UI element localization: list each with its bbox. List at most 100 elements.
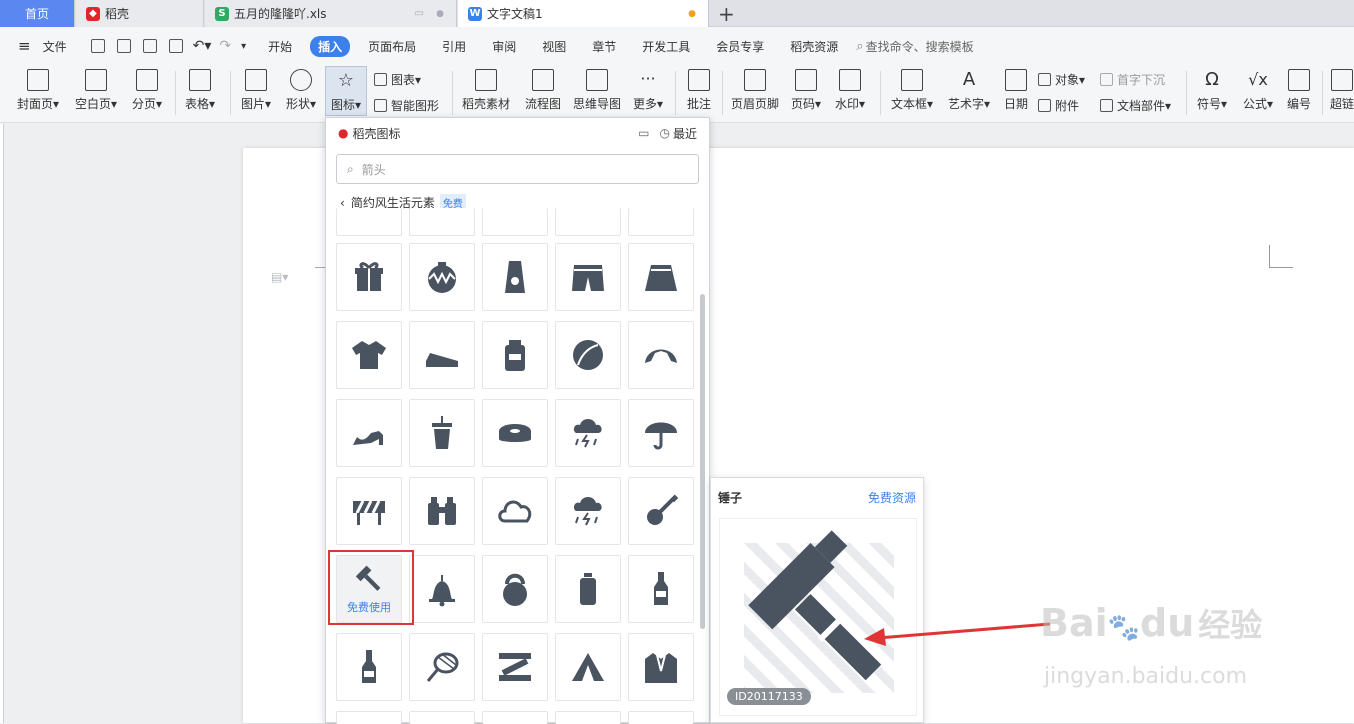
picture-button[interactable]: 图片▾ xyxy=(238,69,274,112)
file-menu[interactable]: 文件 xyxy=(35,36,75,57)
menu-start[interactable]: 开始 xyxy=(260,36,300,57)
menu-insert[interactable]: 插入 xyxy=(310,35,351,57)
icon-cell-ruler[interactable] xyxy=(482,633,548,701)
icon-cell-ornament[interactable] xyxy=(409,243,475,311)
icon-cell-beer[interactable] xyxy=(628,555,694,623)
icon-cell-tshirt[interactable] xyxy=(336,321,402,389)
icon-cell-croissant[interactable] xyxy=(628,321,694,389)
date-button[interactable]: 日期 xyxy=(1002,69,1030,112)
menu-section[interactable]: 章节 xyxy=(584,36,624,57)
symbol-button[interactable]: Ω 符号▾ xyxy=(1194,69,1230,112)
docer-material-button[interactable]: 稻壳素材 xyxy=(460,69,512,112)
icon-cell-partial[interactable] xyxy=(336,711,402,724)
icon-cell-shoe[interactable] xyxy=(409,321,475,389)
preview-icon[interactable] xyxy=(168,39,183,53)
icon-cell-partial[interactable] xyxy=(409,711,475,724)
icon-cell-badminton[interactable] xyxy=(409,633,475,701)
icon-cell-sunscreen[interactable] xyxy=(482,243,548,311)
icon-cell-cup[interactable] xyxy=(409,399,475,467)
new-tab-button[interactable]: + xyxy=(718,2,735,26)
icon-cell-gift[interactable] xyxy=(336,243,402,311)
object-button[interactable]: 对象 ▾ xyxy=(1038,71,1085,88)
paragraph-handle-icon[interactable]: ▤▾ xyxy=(271,270,288,284)
print-icon[interactable] xyxy=(142,39,157,53)
page-break-button[interactable]: 分页▾ xyxy=(128,69,166,112)
quick-access-dropdown-icon[interactable]: ▾ xyxy=(241,41,246,52)
icon-cell-partial[interactable] xyxy=(628,208,694,236)
icon-cell-bell[interactable] xyxy=(409,555,475,623)
export-icon[interactable] xyxy=(116,39,131,53)
tab-spreadsheet[interactable]: S 五月的隆隆吖.xls ▭ ● xyxy=(205,0,457,27)
command-search[interactable]: 查找命令、搜索模板 xyxy=(866,38,974,55)
menu-references[interactable]: 引用 xyxy=(434,36,474,57)
formula-button[interactable]: √x 公式▾ xyxy=(1240,69,1276,112)
shape-button[interactable]: 形状▾ xyxy=(283,69,319,112)
page-number-button[interactable]: 页码▾ xyxy=(788,69,824,112)
icon-cell-jar[interactable] xyxy=(482,321,548,389)
icon-cell-high-heel[interactable] xyxy=(336,399,402,467)
wordart-button[interactable]: A 艺术字▾ xyxy=(946,69,992,112)
icon-cell-storm[interactable] xyxy=(555,477,621,545)
mindmap-button[interactable]: 思维导图 xyxy=(572,69,622,112)
save-icon[interactable] xyxy=(90,39,105,53)
icon-cell-partial[interactable] xyxy=(555,208,621,236)
unsaved-dot-icon[interactable]: ● xyxy=(688,9,696,19)
icon-cell-partial[interactable] xyxy=(409,208,475,236)
icon-cell-partial[interactable] xyxy=(628,711,694,724)
icon-cell-partial[interactable] xyxy=(482,711,548,724)
icon-cell-thunder-rain[interactable] xyxy=(555,399,621,467)
scrollbar[interactable] xyxy=(700,294,705,629)
dropcap-button[interactable]: 首字下沉 xyxy=(1100,71,1165,88)
icon-cell-partial[interactable] xyxy=(336,208,402,236)
hamburger-icon[interactable]: ≡ xyxy=(18,37,31,55)
icon-cell-umbrella[interactable] xyxy=(628,399,694,467)
tab-writer[interactable]: W 文字文稿1 ● xyxy=(458,0,709,27)
menu-member[interactable]: 会员专享 xyxy=(708,36,772,57)
monitor-icon[interactable]: ▭ xyxy=(415,8,424,19)
attachment-button[interactable]: 附件 xyxy=(1038,97,1079,114)
smartart-button[interactable]: 智能图形 xyxy=(374,97,439,114)
comment-button[interactable]: 批注 xyxy=(684,69,714,112)
icon-cell-partial[interactable] xyxy=(482,208,548,236)
cover-page-button[interactable]: 封面页▾ xyxy=(14,69,62,112)
tab-docer[interactable]: ◆ 稻壳 xyxy=(76,0,204,27)
recent-link[interactable]: 最近 xyxy=(673,125,697,142)
icon-button[interactable]: ☆ 图标▾ xyxy=(325,66,367,116)
icon-cell-skirt[interactable] xyxy=(628,243,694,311)
menu-review[interactable]: 审阅 xyxy=(484,36,524,57)
icon-cell-guitar[interactable] xyxy=(628,477,694,545)
undo-icon[interactable]: ↶▾ xyxy=(193,38,212,54)
blank-page-button[interactable]: 空白页▾ xyxy=(72,69,120,112)
icon-cell-kettlebell[interactable] xyxy=(482,555,548,623)
icon-cell-partial[interactable] xyxy=(555,711,621,724)
icon-cell-wine[interactable] xyxy=(336,633,402,701)
menu-developer[interactable]: 开发工具 xyxy=(634,36,698,57)
icon-cell-tape[interactable] xyxy=(482,399,548,467)
tab-home[interactable]: 首页 xyxy=(0,0,75,27)
more-button[interactable]: ··· 更多▾ xyxy=(630,69,666,112)
table-button[interactable]: 表格▾ xyxy=(184,69,216,112)
icon-cell-barrier[interactable] xyxy=(336,477,402,545)
chart-button[interactable]: 图表 ▾ xyxy=(374,71,421,88)
icon-cell-bottle[interactable] xyxy=(555,555,621,623)
hyperlink-button[interactable]: 超链 xyxy=(1330,69,1354,112)
free-resource-link[interactable]: 免费资源 xyxy=(868,489,916,506)
watermark-button[interactable]: 水印▾ xyxy=(832,69,868,112)
icon-cell-suit[interactable] xyxy=(628,633,694,701)
textbox-button[interactable]: 文本框▾ xyxy=(889,69,935,112)
feedback-icon[interactable]: ▭ xyxy=(638,126,649,140)
dot-icon[interactable]: ● xyxy=(436,9,444,19)
icon-cell-shorts[interactable] xyxy=(555,243,621,311)
numbering-button[interactable]: 编号 xyxy=(1284,69,1314,112)
icon-search-input[interactable]: ⌕ 箭头 xyxy=(336,154,699,184)
flowchart-button[interactable]: 流程图 xyxy=(522,69,564,112)
icon-cell-binoculars[interactable] xyxy=(409,477,475,545)
docparts-button[interactable]: 文档部件 ▾ xyxy=(1100,97,1171,114)
menu-view[interactable]: 视图 xyxy=(534,36,574,57)
menu-page-layout[interactable]: 页面布局 xyxy=(360,36,424,57)
header-footer-button[interactable]: 页眉页脚 xyxy=(730,69,780,112)
icon-cell-tent[interactable] xyxy=(555,633,621,701)
icon-cell-cloud[interactable] xyxy=(482,477,548,545)
icon-cell-beach-ball[interactable] xyxy=(555,321,621,389)
redo-icon[interactable]: ↷ xyxy=(219,38,231,54)
